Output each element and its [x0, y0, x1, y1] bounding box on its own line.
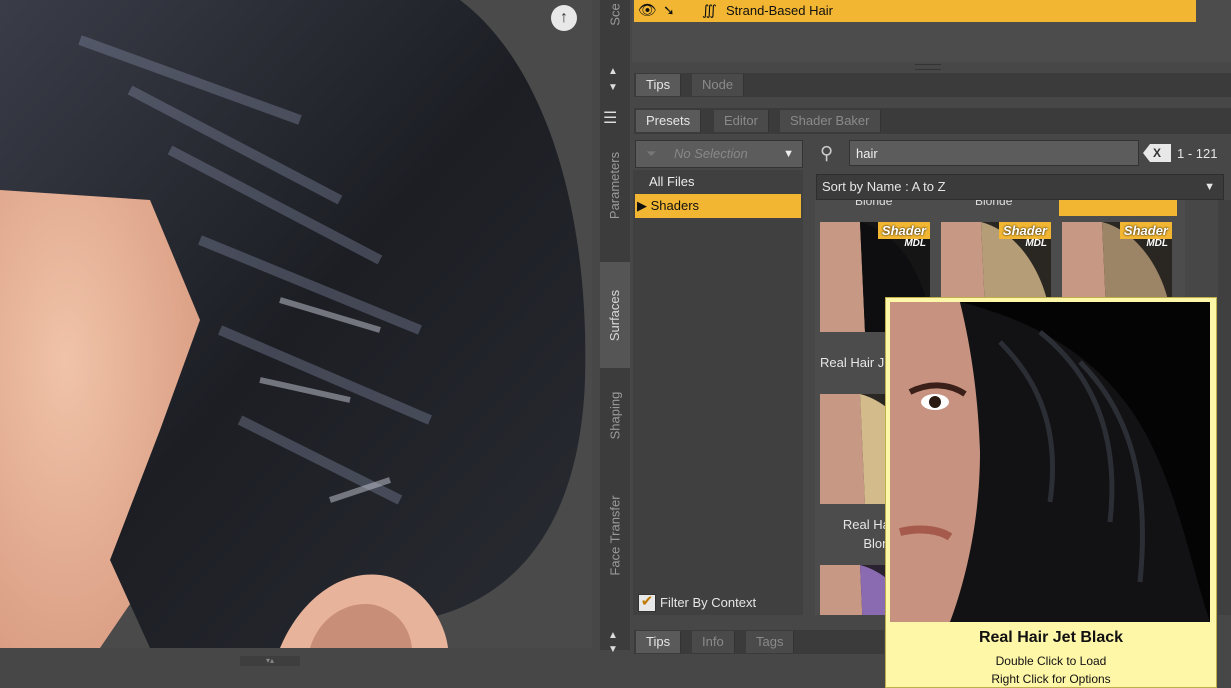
splitter-handle[interactable]: ▾▴	[240, 656, 300, 666]
pane-splitter[interactable]	[915, 64, 941, 70]
tab-tips[interactable]: Tips	[636, 74, 682, 96]
scroll-down-icon[interactable]: ▼	[608, 644, 618, 655]
tab-tips[interactable]: Tips	[636, 631, 682, 653]
scene-row-selected[interactable]	[634, 0, 1196, 22]
tab-editor[interactable]: Editor	[714, 110, 769, 132]
tooltip-hint-options: Right Click for Options	[991, 672, 1111, 686]
vtab-face-transfer[interactable]: Face Transfer	[600, 470, 630, 600]
tree-item-shaders[interactable]: ▶ Shaders	[635, 194, 801, 218]
vtab-shaping[interactable]: Shaping	[600, 370, 630, 460]
library-tab-bar: Presets Editor Shader Baker	[634, 108, 1231, 134]
funnel-icon: ⏷	[646, 146, 657, 161]
tab-tags[interactable]: Tags	[746, 631, 795, 653]
item-label: Real Hair J	[820, 355, 885, 370]
tab-info[interactable]: Info	[692, 631, 735, 653]
eye-icon[interactable]: 👁	[638, 1, 657, 19]
filter-context-checkbox[interactable]: ✔	[638, 594, 656, 612]
result-count: 1 - 121	[1177, 146, 1218, 161]
vtab-surfaces[interactable]: Surfaces	[600, 262, 630, 368]
scene-row-label: Strand-Based Hair	[726, 3, 833, 18]
item-label-cut: Blonde	[975, 200, 1013, 208]
bottom-tab-bar: Tips Info Tags	[634, 630, 884, 654]
mdl-badge: MDL	[1146, 238, 1168, 249]
vtab-parameters[interactable]: Parameters	[600, 130, 630, 240]
viewport-render	[0, 0, 590, 648]
chevron-down-icon: ▼	[1204, 181, 1215, 193]
mdl-badge: MDL	[904, 238, 926, 249]
tab-presets[interactable]: Presets	[636, 110, 702, 132]
search-input[interactable]	[849, 140, 1139, 166]
tooltip-preview-image	[890, 302, 1210, 622]
sort-dropdown[interactable]: Sort by Name : A to Z ▼	[816, 174, 1224, 200]
hair-strand-icon: ∭	[702, 2, 717, 18]
vtab-scene[interactable]: Sce	[600, 0, 630, 28]
category-tree: All Files ▶ Shaders	[633, 170, 803, 615]
scroll-up-icon[interactable]: ▲	[608, 66, 618, 77]
sort-label: Sort by Name : A to Z	[822, 179, 946, 194]
tooltip-render	[890, 302, 1210, 622]
tip-tab-bar: Tips Node	[634, 73, 1231, 97]
tooltip-hint-load: Double Click to Load	[995, 654, 1107, 668]
scroll-down-icon[interactable]: ▼	[608, 82, 618, 93]
filter-placeholder: No Selection	[674, 146, 748, 161]
tab-node[interactable]: Node	[692, 74, 745, 96]
panel-menu-icon[interactable]: ☰	[603, 108, 617, 128]
shader-badge: Shader	[877, 222, 930, 239]
shader-badge: Shader	[998, 222, 1051, 239]
viewport-up-icon[interactable]: ↑	[551, 5, 577, 31]
shader-badge: Shader	[1119, 222, 1172, 239]
scroll-up-icon[interactable]: ▲	[608, 630, 618, 641]
vertical-tab-bar: Sce Parameters Surfaces Shaping Face Tra…	[600, 0, 630, 650]
tooltip-title: Real Hair Jet Black	[978, 629, 1124, 646]
tab-shader-baker[interactable]: Shader Baker	[780, 110, 881, 132]
filter-context-label: Filter By Context	[660, 595, 757, 610]
search-icon: ⚲	[820, 143, 834, 163]
viewport[interactable]: ↑	[0, 0, 590, 648]
status-strip	[0, 648, 600, 688]
filter-dropdown[interactable]: ⏷ No Selection ▼	[635, 140, 803, 168]
vertical-scrollbar[interactable]	[1218, 200, 1231, 615]
pointer-icon[interactable]: ➘	[663, 2, 675, 19]
selection-highlight	[1059, 200, 1177, 216]
item-label-cut: Blonde	[855, 200, 893, 208]
chevron-down-icon: ▼	[783, 148, 794, 160]
tree-item-all-files[interactable]: All Files	[635, 170, 801, 194]
mdl-badge: MDL	[1025, 238, 1047, 249]
